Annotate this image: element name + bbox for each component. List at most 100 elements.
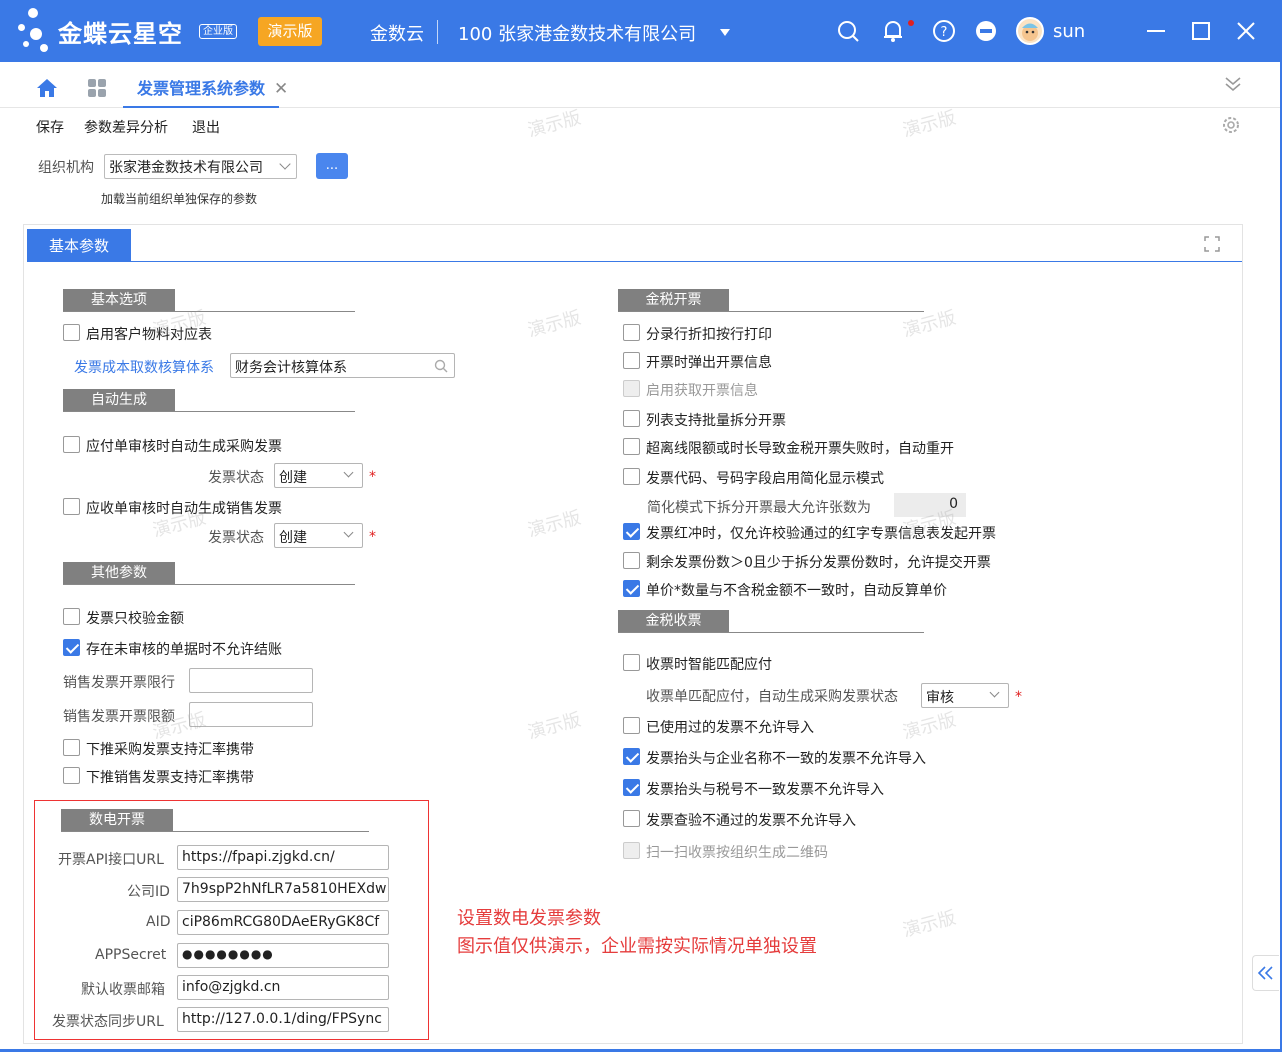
remaining-split-checkbox[interactable] [623, 552, 640, 569]
group-tax-receive: 金税收票 [618, 610, 729, 633]
minimize-icon[interactable] [1143, 18, 1169, 44]
expand-icon[interactable] [1203, 235, 1221, 253]
taxid-mismatch-checkbox[interactable] [623, 779, 640, 796]
company-switcher[interactable]: 100 张家港金数技术有限公司 [458, 20, 696, 46]
side-collapse-button[interactable] [1252, 955, 1279, 991]
match-status-select[interactable]: 审核 [921, 683, 1009, 708]
org-select[interactable]: 张家港金数技术有限公司 [104, 154, 297, 179]
company-id-value: 7h9spP2hNfLR7a5810HEXdw [182, 881, 387, 897]
close-icon[interactable] [1233, 18, 1259, 44]
invoice-status-select[interactable]: 创建 [274, 463, 363, 488]
bell-icon[interactable] [880, 18, 906, 44]
api-url-value: https://fpapi.zjgkd.cn/ [182, 849, 335, 865]
org-lookup-button[interactable]: ... [316, 153, 348, 179]
verify-failed-checkbox[interactable] [623, 810, 640, 827]
tenant-name[interactable]: 金数云 [370, 20, 424, 46]
search-icon[interactable] [836, 18, 862, 44]
cost-system-label[interactable]: 发票成本取数核算体系 [74, 357, 214, 377]
company-id-field[interactable]: 7h9spP2hNfLR7a5810HEXdw [177, 877, 389, 902]
only-amount-checkbox[interactable] [63, 608, 80, 625]
only-amount-label: 发票只校验金额 [86, 611, 184, 627]
no-close-label: 存在未审核的单据时不允许结账 [86, 642, 282, 658]
app-secret-field[interactable]: ●●●●●●●● [177, 943, 389, 968]
invoice-status-label: 发票状态 [208, 470, 264, 486]
tab-underline [27, 261, 1242, 262]
tab-close-icon[interactable]: ✕ [274, 79, 288, 99]
tab-basic-params[interactable]: 基本参数 [27, 229, 131, 261]
aid-label: AID [146, 914, 171, 930]
divider [618, 311, 924, 312]
app-secret-value: ●●●●●●●● [182, 947, 274, 961]
auto-sales-invoice-checkbox[interactable] [63, 498, 80, 515]
aid-field[interactable]: ciP86mRCG80DAeERyGK8Cf [177, 910, 389, 935]
get-issue-info-label: 启用获取开票信息 [646, 383, 758, 399]
logo-icon [18, 8, 58, 54]
email-field[interactable]: info@zjgkd.cn [177, 975, 389, 1000]
used-invoice-label: 已使用过的发票不允许导入 [646, 720, 814, 736]
push-purchase-label: 下推采购发票支持汇率携带 [86, 742, 254, 758]
search-icon[interactable] [434, 359, 448, 373]
smart-match-checkbox[interactable] [623, 654, 640, 671]
org-label: 组织机构 [38, 160, 94, 176]
auto-reissue-checkbox[interactable] [623, 438, 640, 455]
simplified-display-checkbox[interactable] [623, 468, 640, 485]
remaining-split-label: 剩余发票份数＞0且少于拆分发票份数时，允许提交开票 [646, 555, 991, 571]
chevron-down-icon [343, 467, 354, 478]
split-max-field[interactable]: 0 [894, 493, 966, 517]
svg-text:?: ? [941, 25, 948, 40]
param-diff-button[interactable]: 参数差异分析 [84, 117, 168, 137]
push-sales-checkbox[interactable] [63, 767, 80, 784]
batch-split-label: 列表支持批量拆分开票 [646, 413, 786, 429]
taxid-mismatch-label: 发票抬头与税号不一致发票不允许导入 [646, 782, 884, 798]
title-mismatch-checkbox[interactable] [623, 748, 640, 765]
group-digital-invoice: 数电开票 [61, 809, 173, 832]
save-button[interactable]: 保存 [36, 117, 64, 137]
api-url-field[interactable]: https://fpapi.zjgkd.cn/ [177, 845, 389, 870]
sync-url-value: http://127.0.0.1/ding/FPSync [182, 1011, 382, 1027]
double-chevron-down-icon[interactable] [1223, 74, 1243, 94]
batch-split-checkbox[interactable] [623, 410, 640, 427]
enable-customer-material-checkbox[interactable] [63, 324, 80, 341]
discount-print-label: 分录行折扣按行打印 [646, 327, 772, 343]
group-tax-issue: 金税开票 [618, 289, 729, 312]
popup-info-checkbox[interactable] [623, 352, 640, 369]
home-icon[interactable] [36, 78, 58, 98]
no-close-checkbox[interactable] [63, 639, 80, 656]
auto-purchase-invoice-checkbox[interactable] [63, 436, 80, 453]
group-auto-generate: 自动生成 [63, 389, 175, 412]
chevron-down-icon[interactable] [720, 29, 730, 36]
cost-system-field[interactable]: 财务会计核算体系 [230, 353, 455, 378]
group-other-params: 其他参数 [63, 562, 175, 585]
minus-circle-icon[interactable] [973, 18, 999, 44]
aid-value: ciP86mRCG80DAeERyGK8Cf [182, 914, 380, 930]
reverse-price-checkbox[interactable] [623, 580, 640, 597]
double-chevron-left-icon [1257, 966, 1273, 980]
exit-button[interactable]: 退出 [192, 117, 220, 137]
org-note: 加载当前组织单独保存的参数 [101, 192, 258, 206]
discount-print-checkbox[interactable] [623, 324, 640, 341]
sync-url-field[interactable]: http://127.0.0.1/ding/FPSync [177, 1007, 389, 1032]
sync-url-label: 发票状态同步URL [52, 1014, 164, 1030]
username[interactable]: sun [1053, 21, 1085, 42]
maximize-icon[interactable] [1188, 18, 1214, 44]
divider [63, 411, 355, 412]
sales-amount-field[interactable] [189, 702, 313, 727]
push-purchase-checkbox[interactable] [63, 739, 80, 756]
help-icon[interactable]: ? [931, 18, 957, 44]
email-value: info@zjgkd.cn [182, 979, 281, 995]
tab-invoice-params[interactable]: 发票管理系统参数 [123, 75, 280, 108]
api-url-label: 开票API接口URL [58, 852, 164, 868]
sales-amount-label: 销售发票开票限额 [63, 709, 175, 725]
cost-system-value: 财务会计核算体系 [235, 360, 347, 376]
chevron-down-icon [989, 687, 1000, 698]
red-flush-checkbox[interactable] [623, 523, 640, 540]
divider [63, 584, 355, 585]
invoice-status-select-2[interactable]: 创建 [274, 523, 363, 548]
used-invoice-checkbox[interactable] [623, 717, 640, 734]
notification-dot [908, 20, 914, 26]
apps-grid-icon[interactable] [87, 78, 107, 98]
avatar[interactable] [1016, 17, 1044, 45]
invoice-status-value: 创建 [279, 470, 307, 486]
gear-icon[interactable] [1221, 115, 1241, 135]
sales-limit-field[interactable] [189, 668, 313, 693]
